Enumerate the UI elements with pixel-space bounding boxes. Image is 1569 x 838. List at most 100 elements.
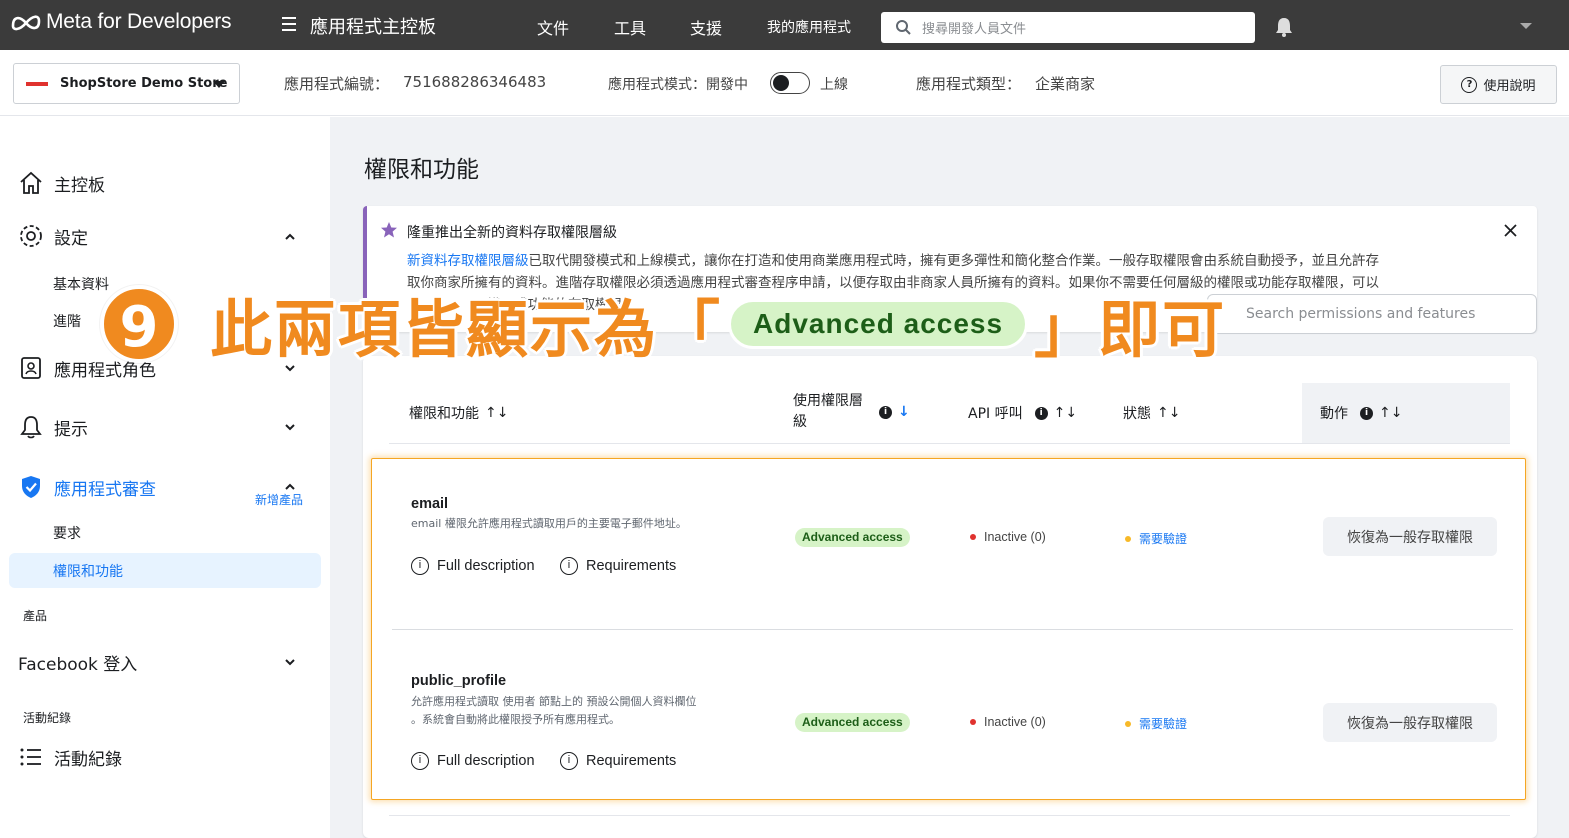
status-dot	[1125, 720, 1131, 727]
status-dot	[970, 719, 976, 725]
column-header-name[interactable]: 權限和功能 ↑↓	[409, 403, 508, 423]
list-icon	[20, 748, 41, 766]
docs-search-input[interactable]: 搜尋開發人員文件	[881, 12, 1255, 43]
full-description-link[interactable]: i Full description	[411, 752, 535, 770]
sidebar-label: 設定	[54, 228, 88, 249]
info-circle-icon: i	[560, 557, 578, 575]
activity-section-label: 活動紀錄	[23, 711, 72, 725]
column-label: API 呼叫	[968, 406, 1023, 422]
notification-bell-icon[interactable]	[1273, 16, 1295, 38]
search-icon	[896, 20, 911, 35]
app-info-bar: ShopStore Demo Store 應用程式編號： 75168828634…	[0, 50, 1569, 116]
api-calls-value: Inactive (0)	[984, 715, 1046, 729]
notice-link[interactable]: 新資料存取權限層級	[407, 253, 529, 269]
sidebar-item-alerts[interactable]: 提示	[18, 414, 88, 440]
sort-icon: ↑↓	[485, 405, 509, 421]
sidebar-label: 提示	[54, 419, 88, 440]
status-value: 需要驗證	[1139, 532, 1188, 546]
row-divider	[389, 815, 1510, 816]
sort-icon: ↑↓	[1379, 405, 1403, 421]
app-mode-toggle[interactable]	[770, 72, 810, 94]
chevron-down-icon[interactable]	[284, 656, 296, 668]
permission-name: email	[411, 496, 449, 512]
nav-my-apps[interactable]: 我的應用程式	[767, 17, 851, 37]
column-header-action[interactable]: 動作 i ↑↓	[1320, 403, 1402, 423]
permission-description: 允許應用程式讀取 使用者 節點上的 預設公開個人資料欄位	[411, 695, 697, 708]
app-selector-dropdown[interactable]: ShopStore Demo Store	[13, 63, 240, 104]
app-mode-live-label: 上線	[820, 77, 848, 93]
permission-description-line2: 。系統會自動將此權限授予所有應用程式。	[411, 713, 620, 726]
nav-tools[interactable]: 工具	[614, 15, 646, 39]
notice-text-1: 已取代開發模式和上線模式，讓你在打造和使用商業應用程式時，擁有更多彈性和簡化整合…	[528, 253, 1380, 269]
column-header-status[interactable]: 狀態 ↑↓	[1123, 403, 1180, 423]
home-icon	[20, 171, 42, 194]
account-dropdown-icon[interactable]	[1520, 23, 1532, 29]
status-dot	[1125, 535, 1131, 542]
sort-icon: ↑↓	[1053, 405, 1078, 421]
help-button[interactable]: ? 使用說明	[1440, 65, 1557, 104]
sidebar-item-settings[interactable]: 設定	[18, 223, 88, 249]
column-label: 使用權限層級	[793, 393, 863, 430]
column-label: 狀態	[1123, 406, 1151, 422]
notice-title: 隆重推出全新的資料存取權限層級	[407, 225, 617, 241]
nav-docs[interactable]: 文件	[537, 15, 569, 39]
hamburger-menu-icon[interactable]	[282, 17, 296, 31]
sidebar-label: Facebook 登入	[18, 655, 138, 675]
info-circle-icon: i	[411, 557, 429, 575]
info-icon: i	[879, 405, 892, 419]
chevron-down-icon[interactable]	[284, 421, 296, 433]
sort-desc-icon: ↓	[898, 404, 910, 420]
roles-icon	[21, 357, 41, 379]
annotation-text-after: 」即可	[1034, 293, 1227, 366]
sort-icon: ↑↓	[1157, 405, 1181, 421]
access-level-badge: Advanced access	[795, 528, 910, 547]
link-label: Full description	[437, 558, 535, 574]
sidebar-item-dashboard[interactable]: 主控板	[18, 170, 105, 196]
app-id-label: 應用程式編號：	[284, 75, 390, 93]
requirements-link[interactable]: i Requirements	[560, 557, 676, 575]
revert-to-standard-button[interactable]: 恢復為一般存取權限	[1323, 517, 1497, 556]
sidebar-item-advanced[interactable]: 進階	[53, 311, 81, 331]
column-header-level[interactable]: 使用權限層級 i ↓	[793, 391, 933, 433]
api-calls-status: Inactive (0)	[970, 530, 1046, 544]
header-divider	[389, 443, 1510, 444]
help-label: 使用說明	[1483, 79, 1536, 94]
sidebar-item-activity-log[interactable]: 活動紀錄	[18, 744, 122, 770]
meta-for-developers-logo[interactable]: Meta for Developers	[10, 10, 231, 34]
app-type-value: 企業商家	[1035, 75, 1096, 93]
permission-description: email 權限允許應用程式讀取用戶的主要電子郵件地址。	[411, 517, 687, 530]
gear-icon	[20, 225, 42, 247]
sidebar-label: 活動紀錄	[54, 749, 122, 770]
close-icon[interactable]	[1503, 223, 1518, 238]
question-icon: ?	[1461, 76, 1478, 93]
chevron-up-icon[interactable]	[284, 231, 296, 243]
sidebar-item-app-review[interactable]: 應用程式審查	[18, 474, 156, 500]
sidebar-item-permissions[interactable]: 權限和功能	[53, 561, 123, 581]
meta-infinity-icon	[11, 15, 41, 31]
add-product-link[interactable]: 新增產品	[255, 491, 303, 508]
permissions-search-input[interactable]: Search permissions and features	[1207, 294, 1537, 334]
link-label: Requirements	[586, 753, 677, 769]
verification-status[interactable]: 需要驗證	[1125, 715, 1187, 732]
full-description-link[interactable]: i Full description	[411, 557, 535, 575]
nav-support[interactable]: 支援	[690, 15, 722, 39]
row-divider	[392, 629, 1513, 630]
revert-to-standard-button[interactable]: 恢復為一般存取權限	[1323, 703, 1497, 742]
sidebar: 主控板 設定 基本資料 進階 應用程式角色 提示 應用程式審查 要求 權限和功能…	[0, 117, 330, 838]
sidebar-item-facebook-login[interactable]: Facebook 登入	[18, 650, 137, 675]
link-label: Requirements	[586, 558, 677, 574]
column-header-api[interactable]: API 呼叫 i ↑↓	[968, 403, 1077, 423]
api-calls-status: Inactive (0)	[970, 715, 1046, 729]
shield-check-icon	[22, 476, 40, 498]
permission-name: public_profile	[411, 673, 507, 689]
app-type-label: 應用程式類型：	[916, 75, 1022, 93]
dashboard-title[interactable]: 應用程式主控板	[310, 13, 436, 39]
access-level-badge: Advanced access	[795, 713, 910, 732]
link-label: Full description	[437, 753, 535, 769]
requirements-link[interactable]: i Requirements	[560, 752, 676, 770]
products-section-label: 產品	[23, 609, 48, 623]
app-mode-label: 應用程式模式：開發中	[608, 77, 748, 93]
column-label: 權限和功能	[409, 406, 479, 422]
verification-status[interactable]: 需要驗證	[1125, 530, 1187, 547]
sidebar-item-requests[interactable]: 要求	[53, 523, 81, 543]
